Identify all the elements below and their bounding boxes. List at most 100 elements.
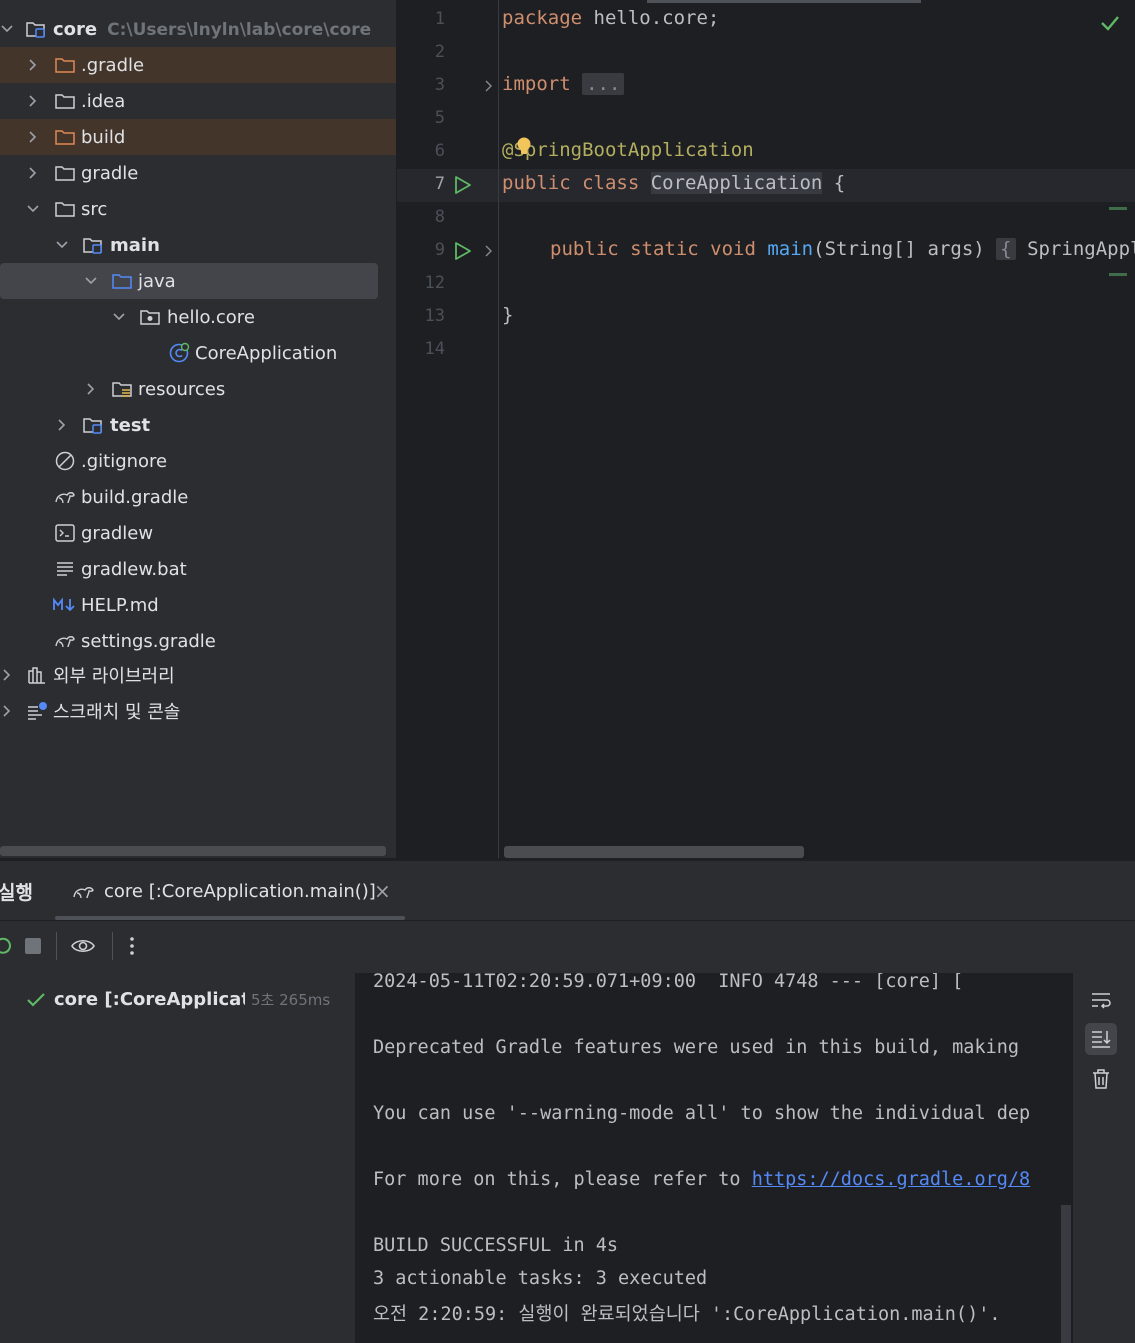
tree-label: .gitignore (81, 450, 168, 472)
code-text: hello.core; (582, 7, 720, 29)
console-line: For more on this, please refer to https:… (373, 1169, 1030, 1190)
close-tab-icon[interactable]: × (374, 879, 391, 903)
gutter-divider (498, 0, 499, 858)
tree-row-settings-gradle[interactable]: settings.gradle (0, 623, 396, 659)
console-output[interactable]: 2024-05-11T02:20:59.071+09:00 INFO 4748 … (355, 973, 1073, 1343)
tree-label: gradlew (81, 522, 154, 544)
code-line-1: package hello.core; (502, 7, 719, 29)
inspection-ok-icon[interactable] (1099, 12, 1121, 34)
console-scrollbar[interactable] (1061, 1205, 1071, 1343)
gradle-docs-link[interactable]: https://docs.gradle.org/8 (752, 1169, 1030, 1190)
toolbar-separator (112, 932, 113, 960)
trash-icon[interactable] (1085, 1063, 1117, 1095)
code-line-9: public static void main(String[] args) {… (550, 238, 1135, 260)
eye-icon[interactable] (70, 933, 96, 959)
tree-row-gradlew[interactable]: gradlew (0, 515, 396, 551)
tree-label: main (110, 234, 160, 256)
module-folder-icon (82, 234, 104, 256)
console-line: You can use '--warning-mode all' to show… (373, 1103, 1031, 1124)
chevron-down-icon[interactable] (55, 238, 69, 252)
scrollbar-marker (1109, 207, 1127, 210)
chevron-down-icon[interactable] (0, 22, 14, 36)
code-keyword: import (502, 73, 571, 95)
tree-row-gitignore[interactable]: .gitignore (0, 443, 396, 479)
tree-label: CoreApplication (195, 342, 338, 364)
chevron-right-icon[interactable] (55, 418, 69, 432)
tree-row-gradlew-bat[interactable]: gradlew.bat (0, 551, 396, 587)
markdown-icon (52, 594, 78, 616)
tree-label: settings.gradle (81, 630, 216, 652)
chevron-right-icon[interactable] (26, 58, 40, 72)
line-number: 7 (434, 174, 445, 194)
console-text: For more on this, please refer to (373, 1169, 752, 1190)
tree-row-test[interactable]: test (0, 407, 396, 443)
fold-expand-icon[interactable] (483, 80, 495, 92)
code-text: SpringApplication (1027, 238, 1135, 260)
chevron-right-icon[interactable] (26, 94, 40, 108)
tree-row-external-libraries[interactable]: 외부 라이브러리 (0, 657, 396, 693)
chevron-right-icon[interactable] (26, 166, 40, 180)
gradle-icon (54, 486, 76, 508)
tree-row-gradle-cache[interactable]: .gradle (0, 47, 396, 83)
project-horizontal-scrollbar[interactable] (0, 846, 386, 856)
tree-row-root[interactable]: core C:\Users\lnyln\lab\core\core (0, 11, 396, 47)
chevron-down-icon[interactable] (26, 202, 40, 216)
line-number: 8 (434, 207, 445, 227)
console-line: 3 actionable tasks: 3 executed (373, 1268, 708, 1289)
module-folder-icon (82, 414, 104, 436)
soft-wrap-icon[interactable] (1085, 985, 1117, 1017)
stop-icon[interactable] (20, 933, 46, 959)
fold-expand-icon[interactable] (483, 245, 495, 257)
rerun-icon[interactable] (0, 933, 16, 959)
line-number: 6 (434, 141, 445, 161)
chevron-down-icon[interactable] (112, 310, 126, 324)
tree-row-resources[interactable]: resources (0, 371, 396, 407)
chevron-right-icon[interactable] (26, 130, 40, 144)
run-gutter-icon[interactable] (453, 175, 473, 195)
chevron-down-icon[interactable] (84, 274, 98, 288)
tree-row-main[interactable]: main (0, 227, 396, 263)
chevron-right-icon[interactable] (84, 382, 98, 396)
lightbulb-icon[interactable] (515, 136, 533, 158)
toolbar-separator (56, 932, 57, 960)
run-config-tab[interactable]: core [:CoreApplication.main()] (72, 876, 376, 906)
run-result-item[interactable]: core [:CoreApplication.main()] 5초 265ms (26, 989, 346, 1010)
tree-row-scratches[interactable]: 스크래치 및 콘솔 (0, 693, 396, 729)
line-number: 5 (434, 108, 445, 128)
tree-row-gradle[interactable]: gradle (0, 155, 396, 191)
line-number: 13 (424, 306, 445, 326)
tree-row-build[interactable]: build (0, 119, 396, 155)
tree-label: gradle (81, 162, 139, 184)
scroll-to-end-icon[interactable] (1085, 1023, 1117, 1055)
tree-row-build-gradle[interactable]: build.gradle (0, 479, 396, 515)
tree-row-idea[interactable]: .idea (0, 83, 396, 119)
folded-imports[interactable]: ... (582, 73, 625, 95)
code-editor[interactable]: 1 2 3 5 6 7 8 9 12 13 14 package hello.c… (397, 0, 1135, 858)
tree-row-java[interactable]: java (0, 263, 378, 299)
editor-horizontal-scrollbar[interactable] (504, 846, 804, 858)
tree-row-package[interactable]: hello.core (0, 299, 396, 335)
run-gutter-icon[interactable] (453, 241, 473, 261)
gradle-icon (73, 887, 94, 899)
resources-folder-icon (111, 378, 133, 400)
tree-label: gradlew.bat (81, 558, 187, 580)
project-tool-window: core C:\Users\lnyln\lab\core\core .gradle… (0, 0, 396, 858)
tree-row-help-md[interactable]: HELP.md (0, 587, 396, 623)
text-file-icon (54, 558, 76, 580)
more-options-icon[interactable] (119, 933, 145, 959)
folder-icon (54, 162, 76, 184)
tree-row-src[interactable]: src (0, 191, 396, 227)
folder-icon (54, 198, 76, 220)
chevron-right-icon[interactable] (0, 668, 14, 682)
chevron-right-icon[interactable] (0, 704, 14, 718)
code-keyword: public static void (550, 238, 756, 260)
tree-row-core-application[interactable]: CoreApplication (0, 335, 396, 371)
console-side-toolbar (1073, 973, 1135, 1343)
run-panel-title: 실행 (0, 882, 33, 904)
tree-label: resources (138, 378, 226, 400)
line-number: 12 (424, 273, 445, 293)
line-number: 3 (434, 75, 445, 95)
folded-method-body[interactable]: { (996, 238, 1016, 260)
code-line-3: import ... (502, 73, 625, 95)
tree-label: HELP.md (81, 594, 159, 616)
